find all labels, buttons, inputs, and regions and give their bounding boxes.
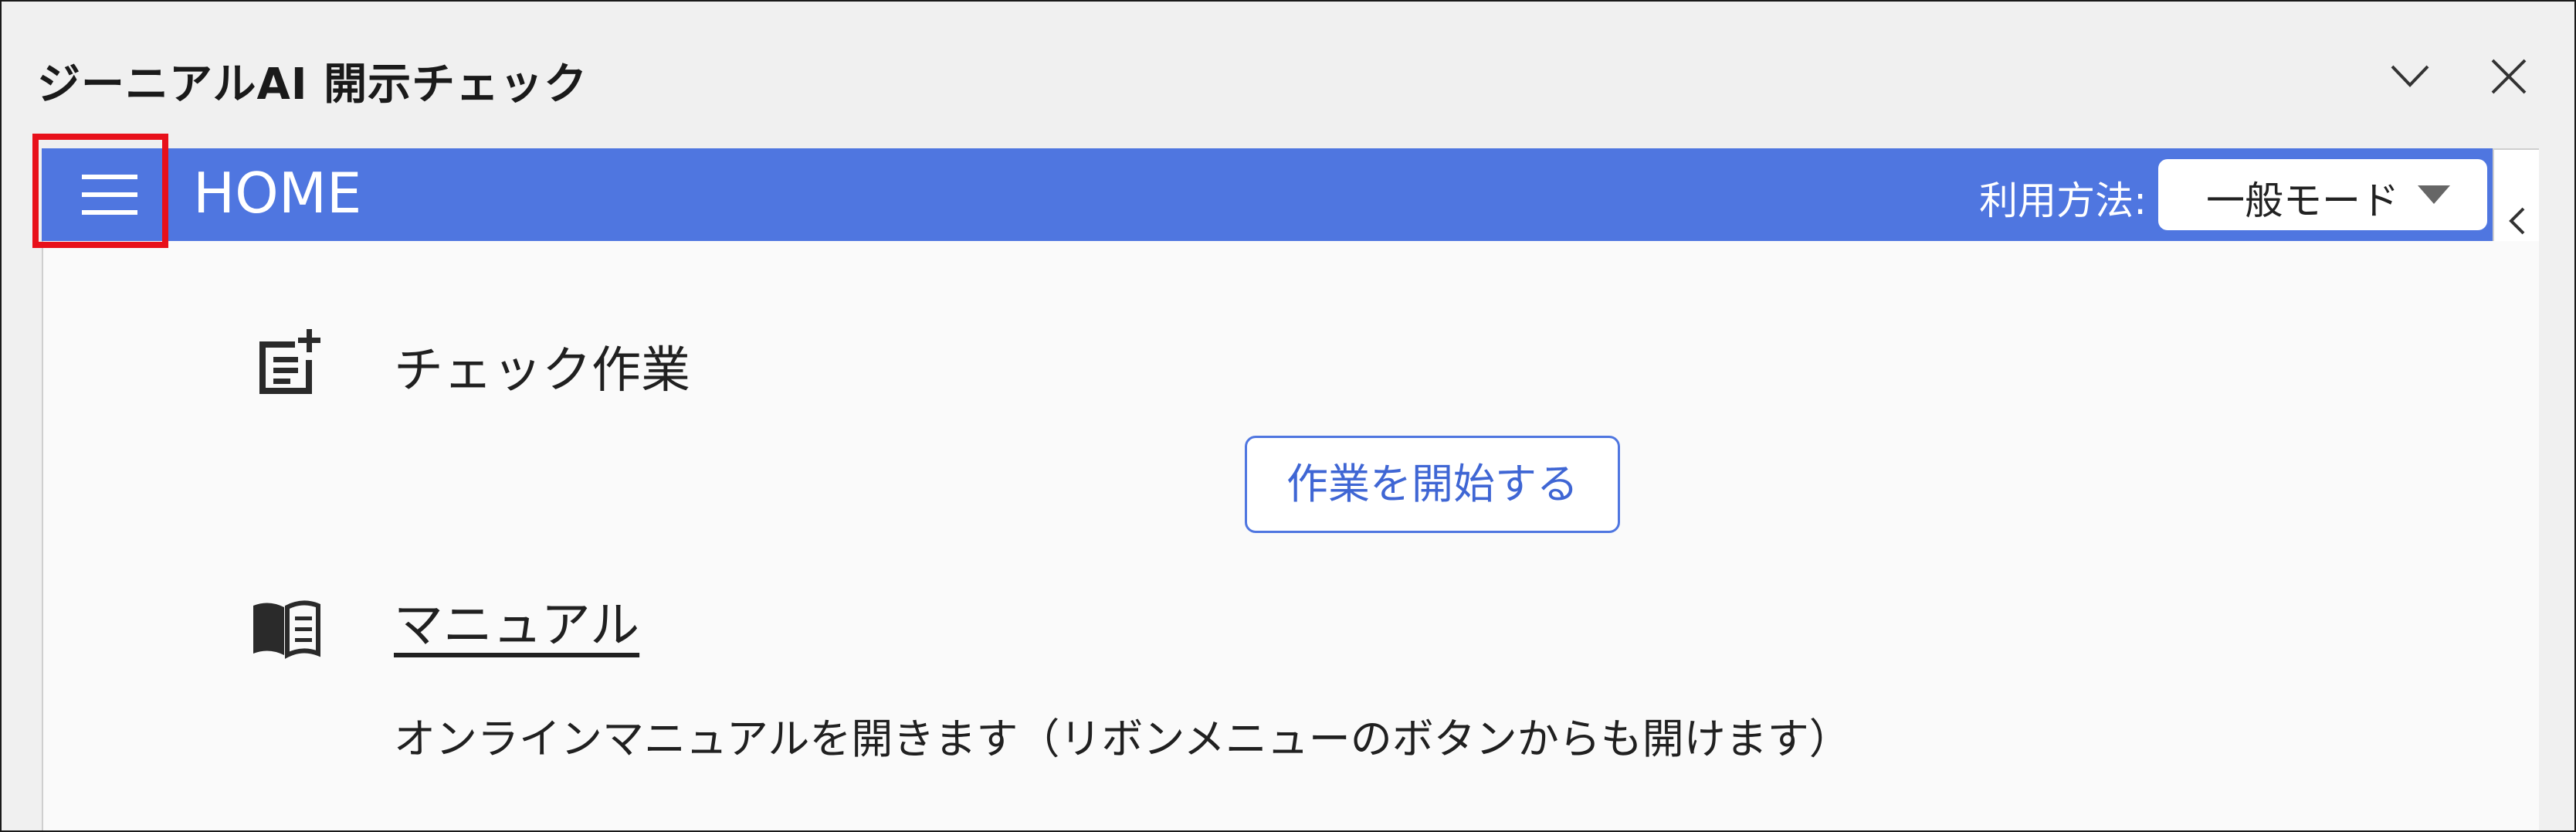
note-add-icon <box>252 326 326 400</box>
close-icon[interactable] <box>2482 49 2536 104</box>
book-icon <box>249 590 323 664</box>
check-work-heading: チェック作業 <box>394 342 690 399</box>
manual-link[interactable]: マニュアル <box>394 586 639 657</box>
usage-mode-value: 一般モード <box>2206 178 2399 223</box>
home-content: チェック作業 作業を開始する マニュアル オンラインマニュアルを開きます（リボン… <box>42 241 2539 830</box>
chevron-left-icon <box>2509 207 2525 235</box>
header-bar: HOME 利用方法: 一般モード <box>42 148 2493 241</box>
chevron-down-icon[interactable] <box>2383 49 2437 104</box>
usage-mode-label: 利用方法: <box>1979 178 2147 223</box>
hamburger-menu-icon <box>82 175 137 215</box>
app-window: ジーニアルAI 開示チェック HOME 利用方法: 一般モード チェック作業 作… <box>0 0 2576 832</box>
title-bar: ジーニアルAI 開示チェック <box>2 2 2574 148</box>
usage-mode-select[interactable]: 一般モード <box>2158 159 2487 230</box>
page-title: HOME <box>193 161 362 226</box>
start-work-button[interactable]: 作業を開始する <box>1245 436 1620 533</box>
caret-down-icon <box>2418 185 2450 204</box>
window-title: ジーニアルAI 開示チェック <box>37 59 588 110</box>
manual-description: オンラインマニュアルを開きます（リボンメニューのボタンからも開けます） <box>394 715 1851 763</box>
hamburger-menu-button[interactable] <box>42 148 173 241</box>
